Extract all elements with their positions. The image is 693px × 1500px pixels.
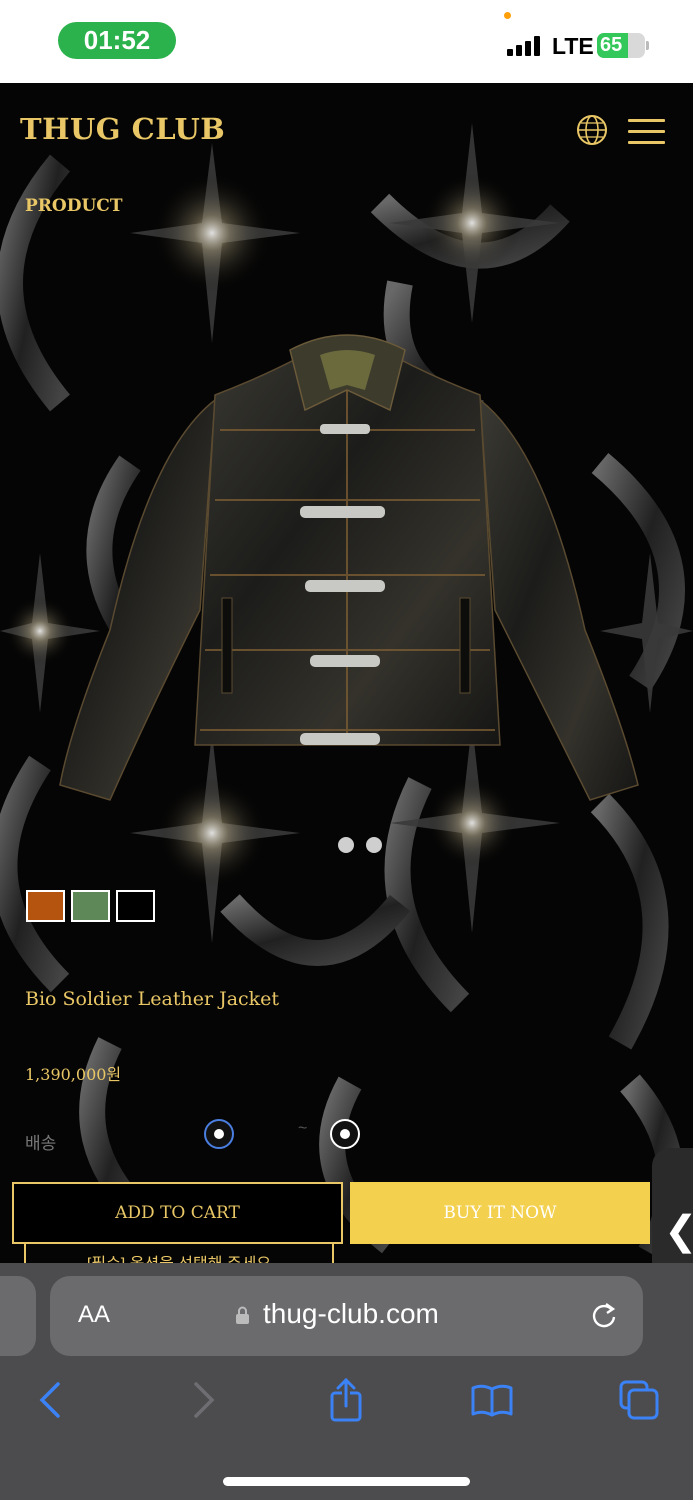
browser-toolbar-area: AA thug-club.com — [0, 1263, 693, 1500]
network-type: LTE — [552, 33, 594, 59]
status-time[interactable]: 01:52 — [58, 22, 176, 59]
share-icon[interactable] — [324, 1378, 368, 1422]
shipping-label: 배송 — [25, 1134, 57, 1153]
shipping-option-radio-2[interactable] — [330, 1119, 360, 1149]
breadcrumb[interactable]: PRODUCT — [25, 196, 122, 216]
buy-now-button[interactable]: BUY IT NOW — [350, 1182, 650, 1244]
battery-tip — [646, 41, 649, 50]
product-name: Bio Soldier Leather Jacket — [25, 988, 280, 1010]
add-to-cart-button[interactable]: ADD TO CART — [12, 1182, 343, 1244]
product-price: 1,390,000원 — [25, 1065, 122, 1084]
home-indicator[interactable] — [223, 1477, 470, 1486]
back-icon[interactable] — [30, 1378, 74, 1422]
shipping-option-2-label: ~ — [298, 1120, 308, 1137]
hamburger-menu-icon[interactable] — [628, 119, 665, 145]
carousel-dot[interactable] — [338, 837, 354, 853]
tabs-icon[interactable] — [617, 1378, 661, 1422]
aa-label: AA — [78, 1301, 111, 1328]
color-swatch-black[interactable] — [116, 890, 155, 922]
shipping-option-radio-1[interactable] — [204, 1119, 234, 1149]
lock-icon — [236, 1306, 249, 1324]
chevron-left-icon: ❮ — [664, 1208, 693, 1254]
carousel-dot[interactable] — [366, 837, 382, 853]
image-carousel-dots[interactable] — [338, 837, 382, 853]
color-swatches — [26, 890, 155, 922]
reader-options-button[interactable]: AA — [78, 1301, 110, 1329]
product-hero — [0, 83, 693, 1263]
status-bar: 01:52 LTE 65 — [0, 0, 693, 83]
battery-icon: 65 — [597, 33, 645, 58]
previous-tab-peek[interactable] — [0, 1276, 36, 1356]
product-image[interactable] — [50, 330, 645, 810]
address-bar[interactable]: AA thug-club.com — [50, 1276, 643, 1356]
reload-icon[interactable] — [590, 1300, 618, 1330]
color-swatch-orange[interactable] — [26, 890, 65, 922]
cellular-signal-icon — [507, 36, 540, 56]
globe-icon[interactable] — [576, 114, 608, 146]
color-swatch-green[interactable] — [71, 890, 110, 922]
safari-toolbar — [0, 1378, 693, 1428]
site-logo[interactable]: THUG CLUB — [20, 112, 225, 146]
forward-icon[interactable] — [180, 1378, 224, 1422]
url-text: thug-club.com — [263, 1298, 439, 1329]
privacy-indicator-dot — [504, 12, 511, 19]
bookmarks-icon[interactable] — [470, 1378, 514, 1422]
battery-level: 65 — [600, 34, 623, 56]
